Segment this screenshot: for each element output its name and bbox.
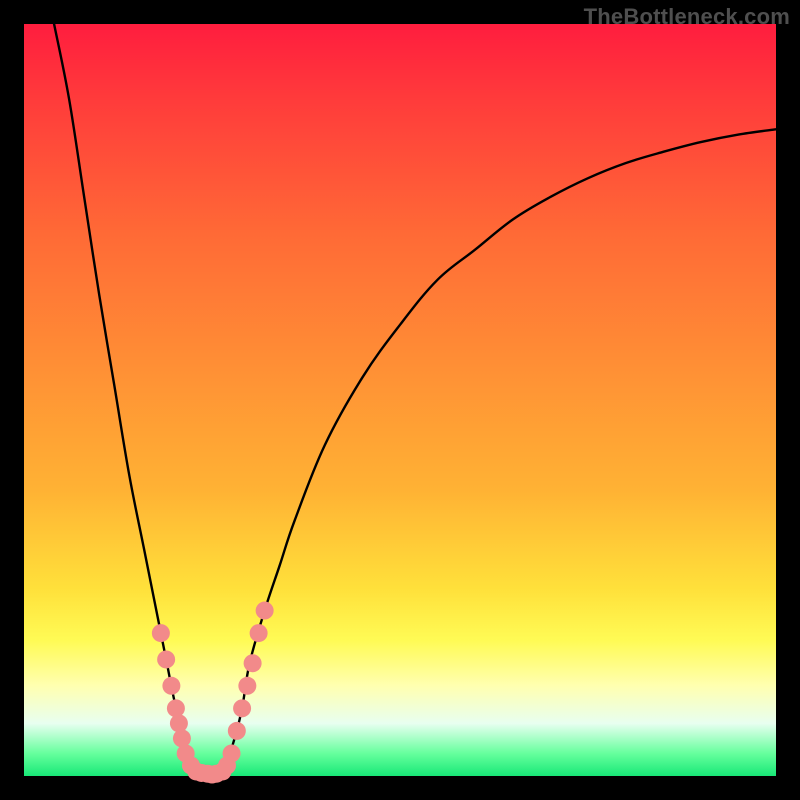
marker-dot — [167, 699, 185, 717]
marker-dot — [250, 624, 268, 642]
marker-dot — [228, 722, 246, 740]
marker-dot — [244, 654, 262, 672]
marker-dot — [223, 744, 241, 762]
marker-dot — [152, 624, 170, 642]
marker-dot — [173, 729, 191, 747]
marker-group — [152, 602, 274, 784]
curve-right — [212, 129, 776, 774]
curve-left — [54, 24, 212, 775]
marker-dot — [256, 602, 274, 620]
curve-layer — [24, 24, 776, 776]
marker-dot — [170, 714, 188, 732]
marker-dot — [238, 677, 256, 695]
chart-frame: TheBottleneck.com — [0, 0, 800, 800]
marker-dot — [162, 677, 180, 695]
marker-dot — [233, 699, 251, 717]
marker-dot — [157, 650, 175, 668]
